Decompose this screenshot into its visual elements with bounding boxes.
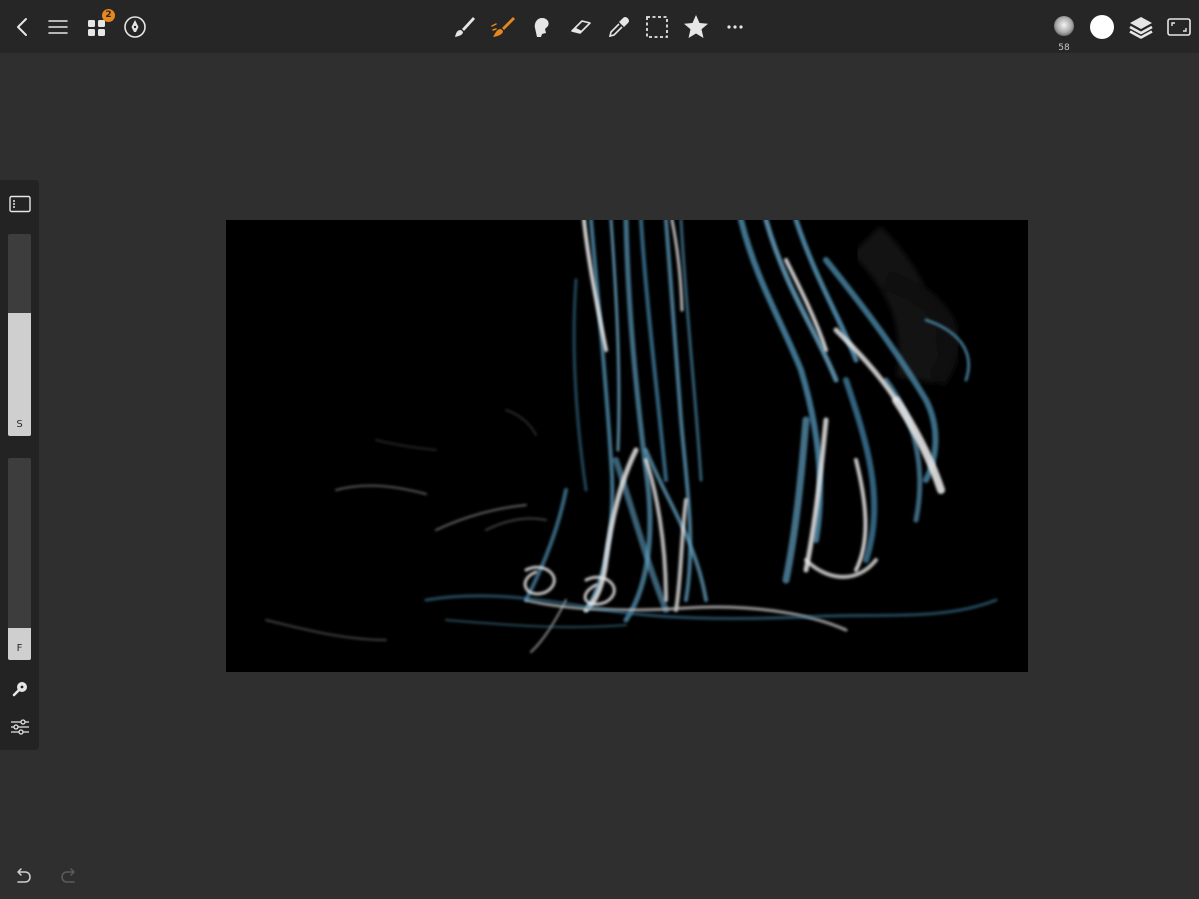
brush-size-label: 58 bbox=[1058, 43, 1070, 53]
layers-icon bbox=[1129, 17, 1153, 39]
gallery-button[interactable]: 2 bbox=[83, 9, 115, 41]
painting-app: 2 58 S F bbox=[0, 0, 1199, 899]
more-button[interactable] bbox=[721, 13, 749, 41]
color-swatch-button[interactable] bbox=[1088, 13, 1116, 41]
eraser-icon bbox=[571, 20, 591, 34]
paint-brush-tool[interactable] bbox=[489, 13, 517, 41]
size-slider-label: S bbox=[16, 419, 23, 430]
top-toolbar: 2 58 bbox=[0, 0, 1199, 53]
back-button[interactable] bbox=[9, 13, 37, 41]
selection-icon bbox=[646, 16, 668, 38]
eyedropper-icon bbox=[608, 17, 629, 38]
redo-button[interactable] bbox=[58, 866, 80, 886]
brush-icon bbox=[455, 17, 475, 37]
fullscreen-icon bbox=[1167, 18, 1191, 36]
layers-button[interactable] bbox=[1127, 13, 1155, 41]
panel-toggle-button[interactable] bbox=[6, 192, 33, 216]
menu-button[interactable] bbox=[44, 13, 72, 41]
color-swatch-icon bbox=[1090, 15, 1114, 39]
brush-tool[interactable] bbox=[450, 13, 478, 41]
eyedropper-key-button[interactable] bbox=[6, 677, 33, 701]
side-panel: S F bbox=[0, 180, 39, 750]
smudge-icon bbox=[534, 18, 549, 37]
eyedropper-tool[interactable] bbox=[605, 13, 633, 41]
paint-brush-icon bbox=[491, 17, 515, 37]
undo-button[interactable] bbox=[12, 866, 34, 886]
undo-icon bbox=[17, 868, 31, 883]
flow-slider-label: F bbox=[16, 643, 23, 654]
sliders-icon bbox=[10, 719, 29, 735]
drawing-canvas[interactable] bbox=[226, 220, 1028, 672]
more-icon bbox=[727, 25, 743, 29]
menu-icon bbox=[48, 20, 68, 34]
eraser-tool[interactable] bbox=[567, 13, 595, 41]
brush-preview-icon bbox=[1054, 16, 1074, 36]
brush-preview-button[interactable] bbox=[1050, 12, 1078, 40]
eyedropper-key-icon bbox=[12, 682, 27, 697]
size-slider[interactable]: S bbox=[8, 234, 31, 436]
smudge-tool[interactable] bbox=[528, 13, 556, 41]
flow-slider[interactable]: F bbox=[8, 458, 31, 660]
redo-icon bbox=[61, 868, 75, 883]
back-chevron-icon bbox=[17, 18, 27, 36]
pen-mode-button[interactable] bbox=[121, 13, 149, 41]
artwork bbox=[265, 220, 998, 653]
selection-tool[interactable] bbox=[643, 13, 671, 41]
adjustments-button[interactable] bbox=[6, 715, 33, 739]
fullscreen-button[interactable] bbox=[1165, 13, 1193, 41]
pen-nib-circle-icon bbox=[124, 16, 146, 38]
star-icon bbox=[684, 15, 708, 38]
panel-toggle-icon bbox=[8, 195, 31, 213]
notification-badge: 2 bbox=[102, 9, 115, 22]
size-slider-fill bbox=[8, 312, 31, 436]
favorites-tool[interactable] bbox=[682, 13, 710, 41]
